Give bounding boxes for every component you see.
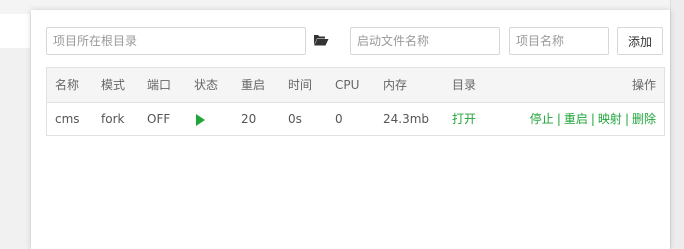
cell-time: 0s xyxy=(288,112,302,126)
background-right-panel xyxy=(670,0,684,249)
add-button[interactable]: 添加 xyxy=(617,27,663,55)
cell-name: cms xyxy=(55,112,80,126)
pm2-manager-panel: 添加 名称 模式 端口 状态 重启 时间 CPU 内存 目录 操作 cms fo… xyxy=(31,10,670,249)
project-name-input[interactable] xyxy=(509,27,609,55)
background-left-panel xyxy=(0,14,30,249)
cell-restart: 20 xyxy=(241,112,257,126)
folder-open-icon[interactable] xyxy=(313,33,329,47)
project-table: 名称 模式 端口 状态 重启 时间 CPU 内存 目录 操作 cms fork … xyxy=(46,67,665,136)
action-separator: | xyxy=(556,112,561,126)
table-row: cms fork OFF 20 0s 0 24.3mb 打开 停止 | 重启 | 映射 |… xyxy=(47,103,664,136)
mapping-link[interactable]: 映射 xyxy=(598,112,622,126)
header-restart: 重启 xyxy=(241,78,266,92)
start-file-input[interactable] xyxy=(350,27,500,55)
open-directory-link[interactable]: 打开 xyxy=(452,103,476,136)
header-name: 名称 xyxy=(55,78,80,92)
header-directory: 目录 xyxy=(452,78,477,92)
header-actions: 操作 xyxy=(631,78,656,92)
header-cpu: CPU xyxy=(335,78,360,92)
delete-link[interactable]: 删除 xyxy=(632,112,656,126)
cell-memory: 24.3mb xyxy=(383,112,430,126)
stop-link[interactable]: 停止 xyxy=(530,112,554,126)
play-icon[interactable] xyxy=(196,114,205,126)
row-actions: 停止 | 重启 | 映射 | 删除 xyxy=(530,103,656,136)
header-memory: 内存 xyxy=(383,78,408,92)
header-status: 状态 xyxy=(194,78,219,92)
cell-port: OFF xyxy=(147,112,171,126)
table-header: 名称 模式 端口 状态 重启 时间 CPU 内存 目录 操作 xyxy=(47,68,664,103)
header-mode: 模式 xyxy=(101,78,126,92)
background-left-header xyxy=(0,14,30,48)
action-separator: | xyxy=(590,112,595,126)
project-root-input[interactable] xyxy=(46,27,306,55)
header-time: 时间 xyxy=(288,78,313,92)
restart-link[interactable]: 重启 xyxy=(564,112,588,126)
cell-mode: fork xyxy=(101,112,125,126)
header-port: 端口 xyxy=(147,78,172,92)
cell-cpu: 0 xyxy=(335,112,343,126)
action-separator: | xyxy=(624,112,629,126)
